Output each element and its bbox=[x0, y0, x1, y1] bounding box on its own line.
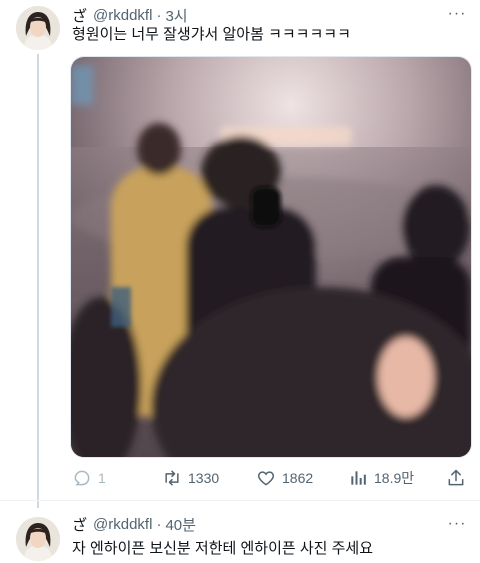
tweet[interactable]: ざ @rkddkfl · 40분 ··· 자 엔하이픈 보신분 저한테 엔하이픈… bbox=[0, 500, 480, 563]
tweet-header: ざ @rkddkfl · 3시 bbox=[72, 5, 188, 25]
share-icon bbox=[448, 469, 464, 486]
action-bar: 1 1330 1862 18.9만 bbox=[70, 466, 470, 490]
handle-prefix: ざ bbox=[72, 516, 88, 534]
tweet-text: 자 엔하이픈 보신분 저한테 엔하이픈 사진 주세요 bbox=[72, 540, 374, 557]
reply-count: 1 bbox=[98, 470, 106, 486]
tweet[interactable]: ざ @rkddkfl · 3시 ··· 형원이는 너무 잘생갸서 알아봄 ㅋㅋㅋ… bbox=[0, 0, 480, 500]
tweet-header: ざ @rkddkfl · 40분 bbox=[72, 514, 196, 534]
like-button[interactable]: 1862 bbox=[256, 466, 313, 490]
share-button[interactable] bbox=[446, 466, 472, 490]
reply-button[interactable]: 1 bbox=[72, 466, 106, 490]
like-count: 1862 bbox=[282, 470, 314, 486]
tweet-photo[interactable] bbox=[70, 56, 472, 458]
views-button[interactable]: 18.9만 bbox=[348, 466, 414, 490]
separator: · bbox=[156, 515, 162, 533]
tweet-text: 형원이는 너무 잘생갸서 알아봄 ㅋㅋㅋㅋㅋㅋ bbox=[72, 26, 351, 43]
separator: · bbox=[156, 6, 162, 24]
avatar[interactable] bbox=[16, 6, 60, 50]
retweet-button[interactable]: 1330 bbox=[162, 466, 219, 490]
reply-icon bbox=[74, 470, 90, 486]
timestamp[interactable]: 40분 bbox=[165, 514, 196, 535]
heart-icon bbox=[257, 471, 275, 486]
retweet-count: 1330 bbox=[188, 470, 220, 486]
view-count: 18.9만 bbox=[374, 470, 415, 486]
more-options-icon[interactable]: ··· bbox=[446, 514, 468, 534]
views-icon bbox=[351, 471, 366, 485]
handle[interactable]: @rkddkfl bbox=[93, 516, 152, 533]
handle[interactable]: @rkddkfl bbox=[93, 7, 152, 24]
retweet-icon bbox=[165, 470, 179, 486]
avatar[interactable] bbox=[16, 517, 60, 561]
more-options-icon[interactable]: ··· bbox=[446, 4, 468, 24]
